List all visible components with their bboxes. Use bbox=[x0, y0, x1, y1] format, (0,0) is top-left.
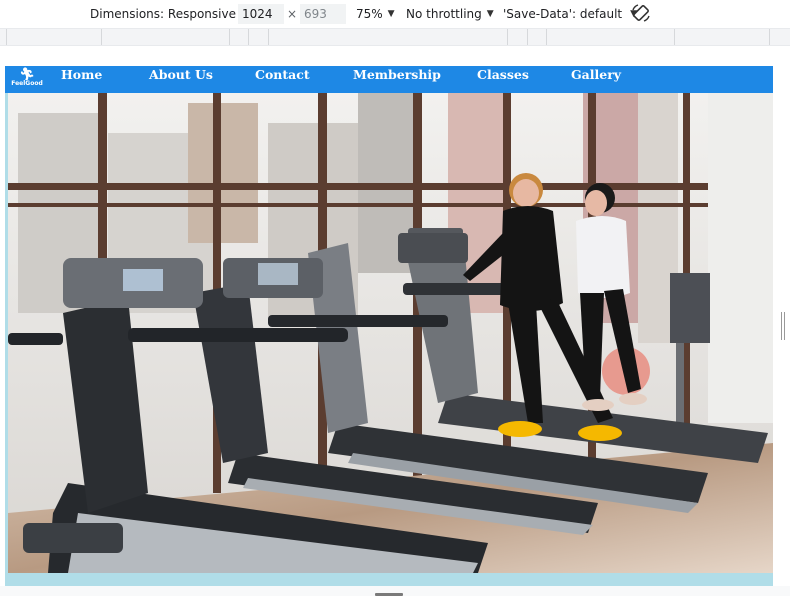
dimensions-label: Dimensions: Responsive bbox=[90, 7, 236, 21]
hero-image bbox=[8, 93, 773, 573]
runner-icon: 🏃︎ bbox=[19, 67, 35, 81]
site-logo[interactable]: 🏃︎ FeelGood bbox=[8, 68, 46, 90]
throttling-label: No throttling bbox=[406, 7, 482, 21]
width-input[interactable]: 1024 bbox=[238, 4, 284, 24]
nav-membership[interactable]: Membership bbox=[353, 66, 441, 93]
save-data-label: 'Save-Data': default bbox=[503, 7, 623, 21]
throttling-dropdown[interactable]: No throttling ▼ bbox=[406, 4, 494, 24]
height-input[interactable]: 693 bbox=[300, 4, 346, 24]
zoom-dropdown[interactable]: 75% ▼ bbox=[356, 4, 395, 24]
emulated-viewport: 🏃︎ FeelGood Home About Us Contact Member… bbox=[5, 66, 773, 586]
viewport-resize-handle[interactable] bbox=[781, 312, 785, 340]
site-navbar: 🏃︎ FeelGood Home About Us Contact Member… bbox=[5, 66, 773, 93]
device-toolbar: Dimensions: Responsive ▼ 1024 × 693 75% … bbox=[0, 0, 790, 28]
ruler-spacer bbox=[0, 46, 790, 66]
save-data-dropdown[interactable]: 'Save-Data': default ▼ bbox=[503, 4, 637, 24]
nav-about-us[interactable]: About Us bbox=[149, 66, 213, 93]
caret-down-icon: ▼ bbox=[486, 9, 494, 19]
logo-text: FeelGood bbox=[11, 80, 43, 87]
nav-classes[interactable]: Classes bbox=[477, 66, 529, 93]
dimension-separator: × bbox=[287, 7, 298, 21]
media-query-ruler[interactable] bbox=[0, 28, 790, 46]
nav-home[interactable]: Home bbox=[61, 66, 102, 93]
zoom-label: 75% bbox=[356, 7, 383, 21]
rotate-button[interactable] bbox=[630, 3, 652, 23]
rotate-icon bbox=[632, 4, 650, 22]
dimensions-dropdown[interactable]: Dimensions: Responsive ▼ bbox=[90, 4, 248, 24]
nav-gallery[interactable]: Gallery bbox=[571, 66, 621, 93]
nav-contact[interactable]: Contact bbox=[255, 66, 310, 93]
caret-down-icon: ▼ bbox=[387, 9, 395, 19]
gym-treadmills-photo bbox=[8, 93, 773, 573]
